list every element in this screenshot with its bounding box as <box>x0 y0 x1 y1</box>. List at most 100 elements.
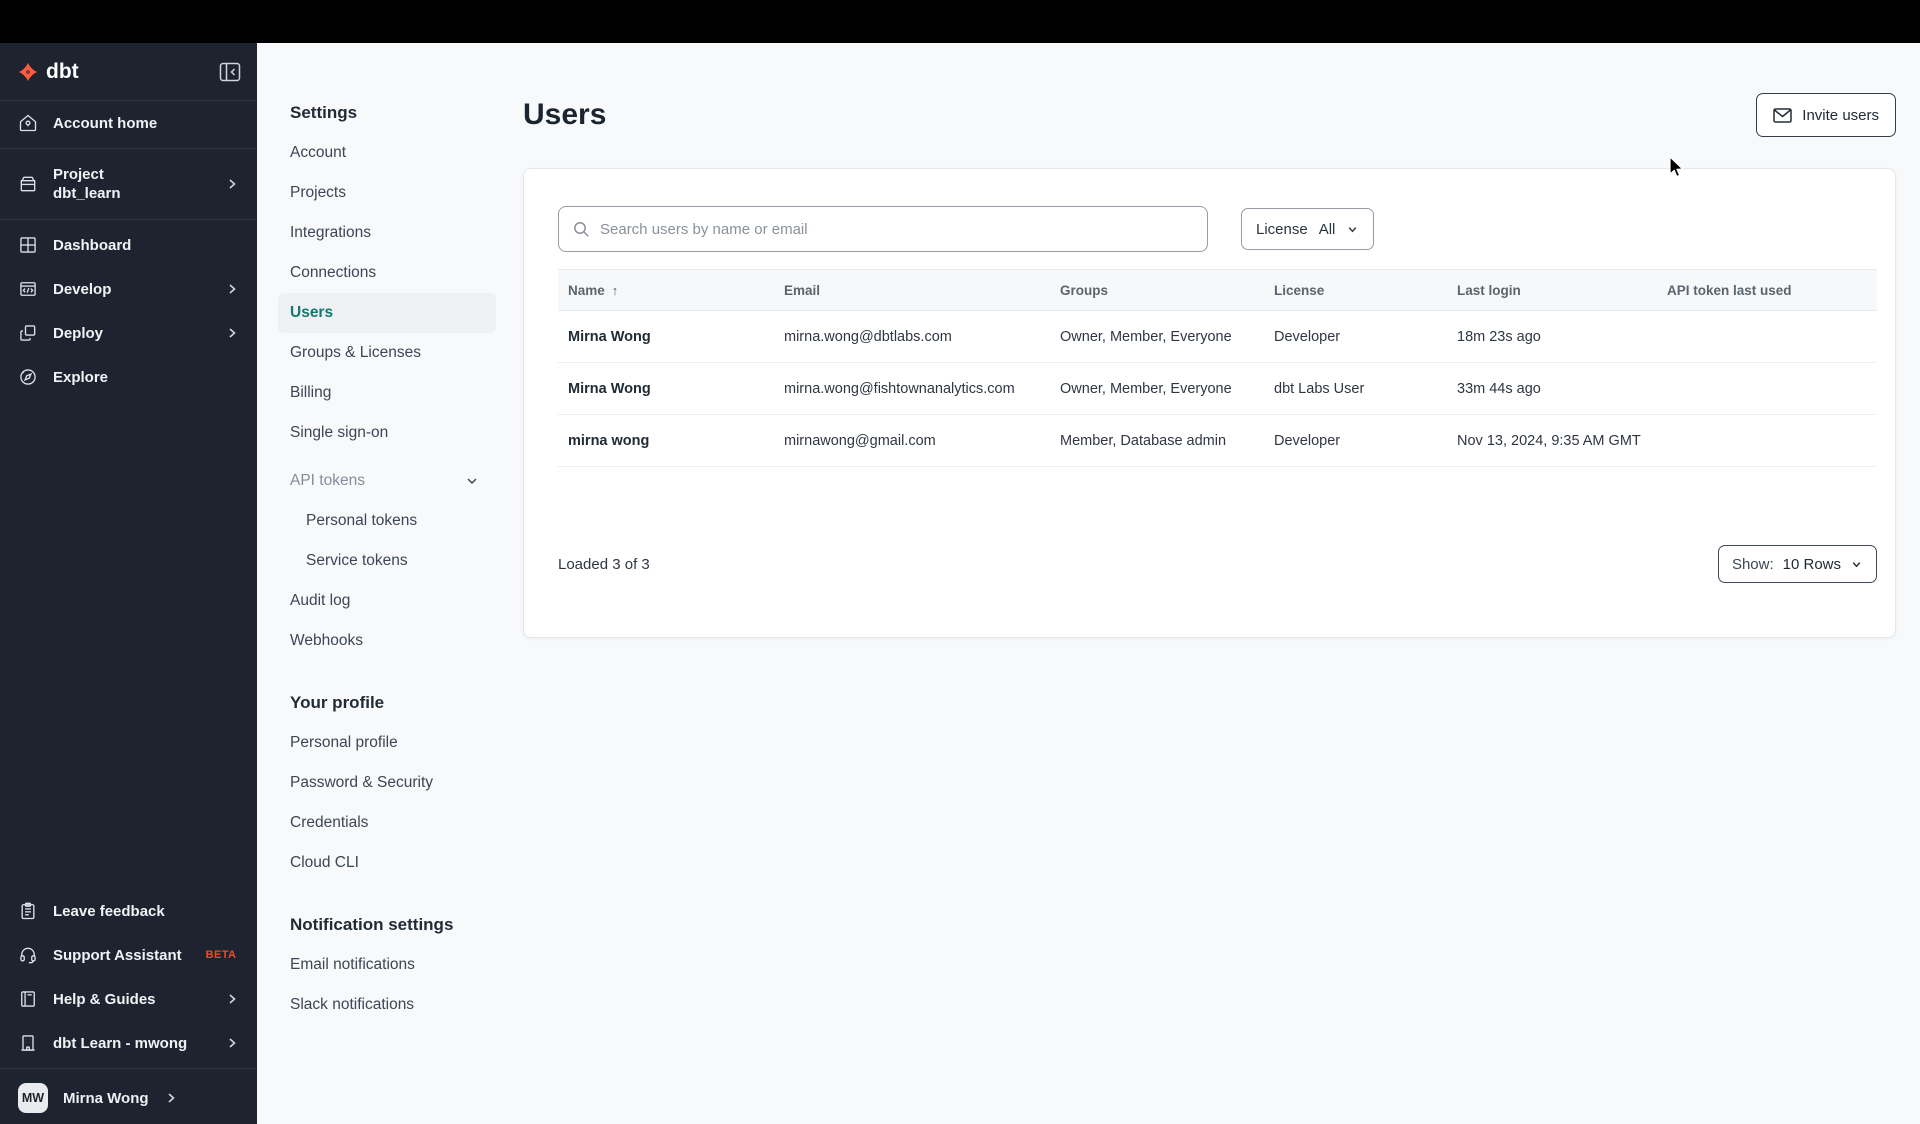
table-row[interactable]: Mirna Wong mirna.wong@fishtownanalytics.… <box>558 363 1877 415</box>
settings-nav-item-api-tokens[interactable]: API tokens <box>290 461 520 501</box>
settings-nav-item-service-tokens[interactable]: Service tokens <box>290 541 520 581</box>
sidebar-item-label: dbt Learn - mwong <box>53 1034 188 1052</box>
table-row[interactable]: Mirna Wong mirna.wong@dbtlabs.com Owner,… <box>558 311 1877 363</box>
sidebar-item-dashboard[interactable]: Dashboard <box>0 223 257 267</box>
license-filter-dropdown[interactable]: License All <box>1241 208 1375 250</box>
cell-groups: Owner, Member, Everyone <box>1060 328 1232 345</box>
sidebar-item-develop[interactable]: Develop <box>0 267 257 311</box>
chevron-down-icon <box>464 473 480 489</box>
sidebar-item-org-switcher[interactable]: dbt Learn - mwong <box>0 1021 257 1065</box>
settings-nav-item-audit-log[interactable]: Audit log <box>290 581 520 621</box>
home-icon <box>19 114 37 132</box>
search-box <box>558 206 1208 252</box>
column-header-api-token-last-used[interactable]: API token last used <box>1667 283 1877 298</box>
settings-nav-item-password-security[interactable]: Password & Security <box>290 763 520 803</box>
collapse-sidebar-button[interactable] <box>219 62 241 82</box>
sidebar-divider <box>0 1068 257 1069</box>
search-icon <box>574 221 589 237</box>
rows-per-page-dropdown[interactable]: Show: 10 Rows <box>1717 545 1877 583</box>
show-value: 10 Rows <box>1782 555 1841 573</box>
chevron-right-icon <box>225 1036 239 1050</box>
settings-nav-item-integrations[interactable]: Integrations <box>290 213 520 253</box>
cell-email: mirna.wong@dbtlabs.com <box>784 328 952 345</box>
sidebar-item-label: Support Assistant <box>53 946 182 964</box>
invite-users-button[interactable]: Invite users <box>1756 93 1896 137</box>
sidebar-item-help-guides[interactable]: Help & Guides <box>0 977 257 1021</box>
settings-nav-item-single-sign-on[interactable]: Single sign-on <box>290 413 520 453</box>
search-input[interactable] <box>600 220 1195 238</box>
settings-nav-item-cloud-cli[interactable]: Cloud CLI <box>290 843 520 883</box>
settings-nav-item-projects[interactable]: Projects <box>290 173 520 213</box>
beta-badge: BETA <box>205 949 237 961</box>
sidebar-item-label: Explore <box>53 368 109 386</box>
dbt-logo-icon <box>18 62 38 81</box>
settings-nav-item-groups-licenses[interactable]: Groups & Licenses <box>290 333 520 373</box>
sidebar-item-account-home[interactable]: Account home <box>0 101 257 145</box>
cell-groups: Member, Database admin <box>1060 432 1227 449</box>
sidebar-item-leave-feedback[interactable]: Leave feedback <box>0 889 257 933</box>
settings-nav: Settings Account Projects Integrations C… <box>257 43 520 1124</box>
sidebar-item-explore[interactable]: Explore <box>0 355 257 399</box>
sidebar-header: dbt <box>0 43 257 101</box>
building-icon <box>21 1035 35 1051</box>
sidebar-item-deploy[interactable]: Deploy <box>0 311 257 355</box>
invite-users-label: Invite users <box>1802 106 1879 124</box>
show-label: Show: <box>1731 555 1774 573</box>
column-header-last-login[interactable]: Last login <box>1457 283 1667 298</box>
sidebar-item-project[interactable]: Project dbt_learn <box>0 152 257 216</box>
cell-groups: Owner, Member, Everyone <box>1060 380 1232 397</box>
settings-nav-item-connections[interactable]: Connections <box>290 253 520 293</box>
column-header-license[interactable]: License <box>1274 283 1457 298</box>
column-header-name[interactable]: Name ↑ <box>558 283 784 298</box>
project-label: Project <box>53 166 104 183</box>
api-tokens-label: API tokens <box>290 472 365 489</box>
chevron-right-icon <box>225 177 239 191</box>
sidebar-divider <box>0 148 257 149</box>
cell-last-login: Nov 13, 2024, 9:35 AM GMT <box>1457 432 1641 449</box>
settings-nav-item-personal-profile[interactable]: Personal profile <box>290 723 520 763</box>
project-name: dbt_learn <box>53 185 121 202</box>
table-row[interactable]: mirna wong mirnawong@gmail.com Member, D… <box>558 415 1877 467</box>
cell-license: Developer <box>1274 432 1341 449</box>
sidebar-item-label: Dashboard <box>53 236 132 254</box>
column-header-email[interactable]: Email <box>784 283 1060 298</box>
settings-nav-item-credentials[interactable]: Credentials <box>290 803 520 843</box>
envelope-icon <box>1773 107 1793 123</box>
book-icon <box>21 991 35 1007</box>
table-header-row: Name ↑ Email Groups License Last login AP… <box>558 269 1877 311</box>
column-header-groups[interactable]: Groups <box>1060 283 1274 298</box>
license-filter-label: License <box>1256 220 1308 238</box>
chevron-right-icon <box>164 1091 178 1105</box>
settings-nav-item-email-notifications[interactable]: Email notifications <box>290 945 520 985</box>
settings-nav-item-users[interactable]: Users <box>278 293 496 333</box>
avatar: MW <box>18 1083 48 1113</box>
settings-nav-item-billing[interactable]: Billing <box>290 373 520 413</box>
sort-ascending-icon: ↑ <box>611 282 619 298</box>
chevron-down-icon <box>1349 226 1357 232</box>
settings-nav-title: Settings <box>290 103 358 122</box>
settings-nav-item-webhooks[interactable]: Webhooks <box>290 621 520 661</box>
sidebar-item-label: Deploy <box>53 324 104 342</box>
settings-nav-item-personal-tokens[interactable]: Personal tokens <box>290 501 520 541</box>
settings-nav-item-account[interactable]: Account <box>290 133 520 173</box>
users-card: License All Name↑ Email Groups License L… <box>523 168 1896 638</box>
headset-icon <box>20 947 36 964</box>
settings-nav-item-slack-notifications[interactable]: Slack notifications <box>290 985 520 1025</box>
project-icon <box>20 176 36 192</box>
chevron-down-icon <box>1852 561 1861 567</box>
loaded-count-text: Loaded 3 of 3 <box>558 555 650 573</box>
page-title: Users <box>523 98 607 131</box>
chevron-right-icon <box>225 282 239 296</box>
sidebar-item-support-assistant[interactable]: Support Assistant BETA <box>0 933 257 977</box>
profile-section-title: Your profile <box>290 693 385 712</box>
develop-icon <box>20 282 36 296</box>
brand-label: dbt <box>46 59 79 83</box>
chevron-right-icon <box>225 326 239 340</box>
sidebar-user-menu[interactable]: MW Mirna Wong <box>0 1072 257 1124</box>
users-table: Name ↑ Email Groups License Last login AP… <box>558 269 1877 467</box>
dbt-logo: dbt <box>18 60 79 84</box>
project-labels: Project dbt_learn <box>53 165 121 203</box>
browser-top-bar <box>0 0 1920 43</box>
dashboard-icon <box>20 237 36 253</box>
